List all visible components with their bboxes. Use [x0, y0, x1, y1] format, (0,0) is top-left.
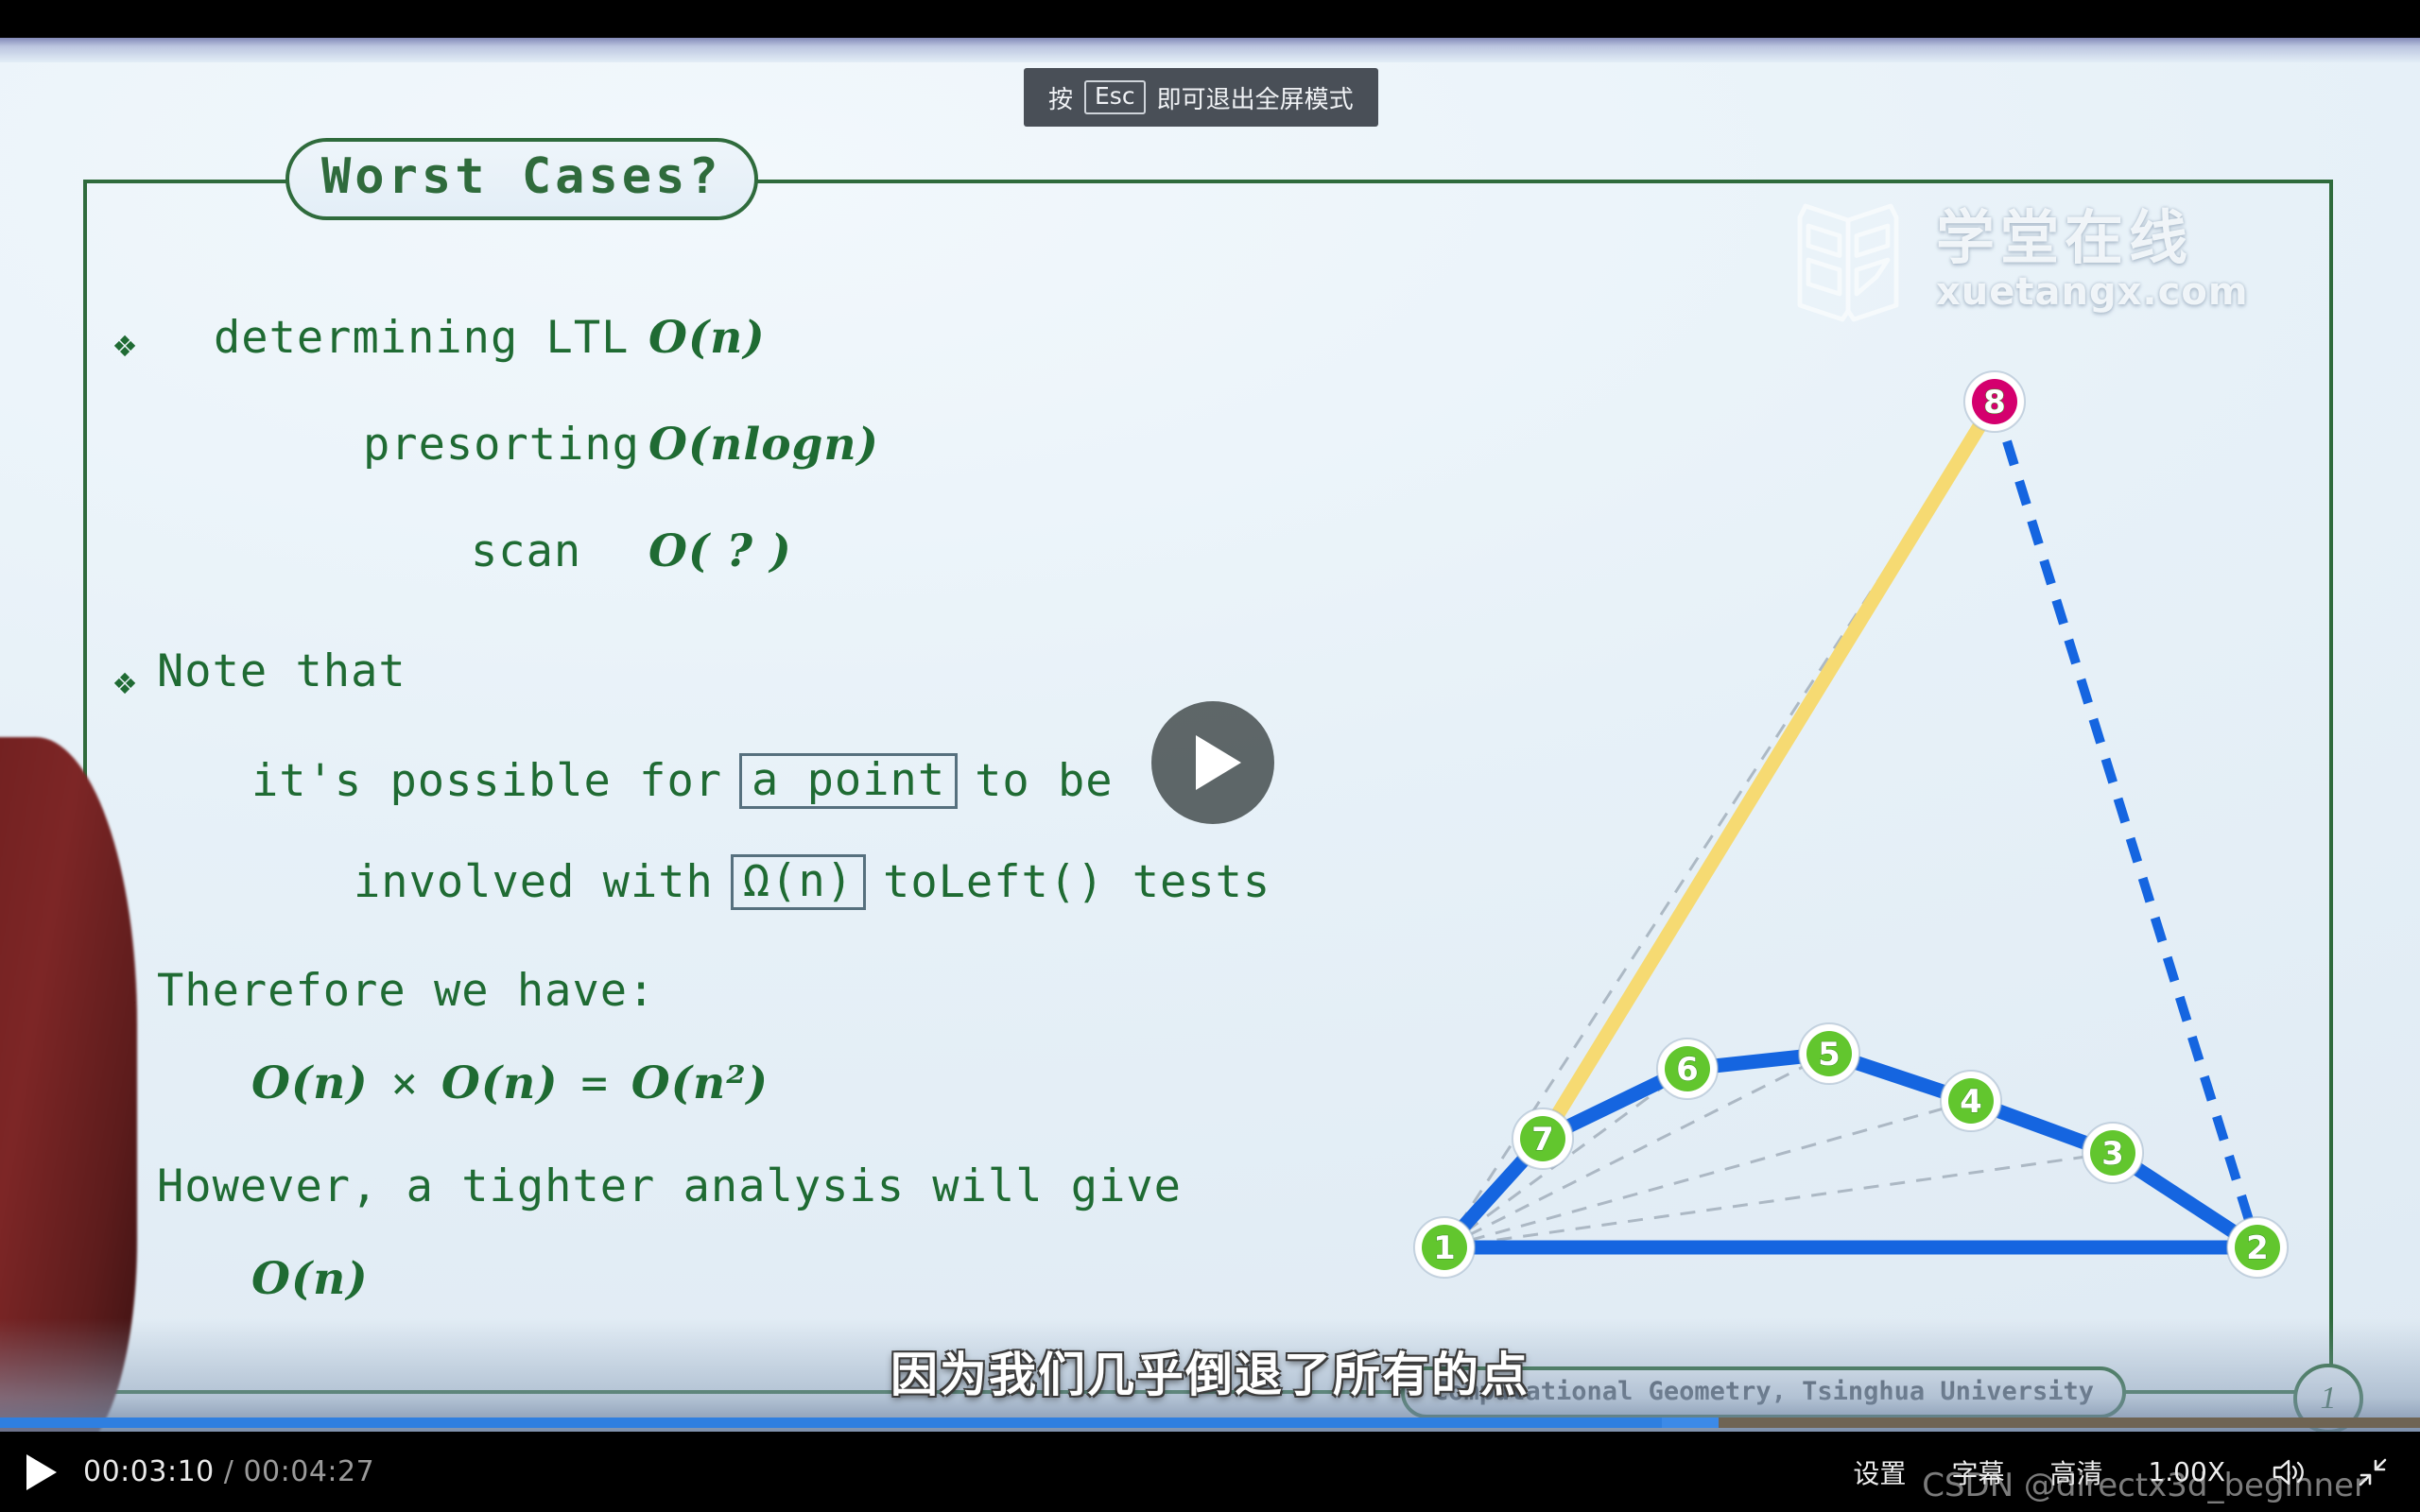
- total-duration: 00:04:27: [243, 1455, 375, 1488]
- however-formula-row: O(n): [113, 1257, 1456, 1301]
- diagram-node-1: 1: [1413, 1216, 1476, 1279]
- progress-played: [0, 1418, 1719, 1428]
- complexity-row-1: presorting O(nlogn): [113, 419, 1456, 471]
- therefore-times-op: ×: [390, 1057, 419, 1109]
- diagram-node-label: 7: [1531, 1121, 1554, 1159]
- note-heading: Note that: [157, 645, 406, 697]
- diagram-node-7: 7: [1512, 1108, 1574, 1170]
- bullet-diamond-icon-2: ❖: [113, 660, 137, 703]
- complexity-row-2: scan O( ? ): [113, 525, 1456, 577]
- diagram-node-6: 6: [1656, 1038, 1719, 1100]
- exit-fullscreen-hint: 按 Esc 即可退出全屏模式: [1024, 68, 1378, 127]
- player-right-controls: 设置 字幕 高清 1.00X: [1853, 1432, 2392, 1512]
- esc-hint-prefix: 按: [1048, 85, 1074, 114]
- play-triangle-icon: [1196, 735, 1241, 790]
- player-control-bar: 00:03:10 / 00:04:27 设置 字幕 高清 1.00X CSDN …: [0, 1418, 2420, 1512]
- progress-bar-track[interactable]: [0, 1418, 2420, 1428]
- therefore-heading: Therefore we have:: [157, 965, 656, 1017]
- note-line2-text-b: toLeft() tests: [883, 856, 1271, 908]
- subtitles-button[interactable]: 字幕: [1951, 1453, 2004, 1491]
- diagram-node-label: 2: [2246, 1229, 2269, 1267]
- complexity-row-0: ❖ determining LTL O(n): [113, 312, 1456, 364]
- diagram-node-3: 3: [2082, 1122, 2144, 1184]
- bullet-diamond-icon: ❖: [113, 322, 137, 366]
- diagram-node-8: 8: [1963, 370, 2026, 433]
- diagram-node-label: 3: [2101, 1135, 2124, 1173]
- diagram-node-label: 4: [1960, 1083, 1982, 1121]
- therefore-term-b: O(n): [441, 1057, 559, 1109]
- note-line1-text-b: to be: [975, 755, 1114, 807]
- complexity-label-1: presorting: [363, 419, 640, 471]
- time-display: 00:03:10 / 00:04:27: [83, 1455, 374, 1488]
- complexity-label-2: scan: [471, 525, 582, 577]
- time-separator: /: [223, 1455, 234, 1488]
- diagram-nodes-group: 8 7 6 5 4 3 2 1: [1413, 370, 2289, 1279]
- esc-hint-suffix: 即可退出全屏模式: [1156, 85, 1354, 114]
- complexity-value-1: O(nlogn): [648, 419, 879, 471]
- therefore-term-a: O(n): [251, 1057, 369, 1109]
- diagram-node-label: 6: [1676, 1051, 1699, 1089]
- complexity-value-2: O( ? ): [648, 525, 792, 577]
- exit-fullscreen-icon[interactable]: [2354, 1454, 2392, 1490]
- however-heading: However, a tighter analysis will give: [157, 1160, 1182, 1212]
- diagram-node-label: 5: [1818, 1036, 1841, 1074]
- note-line1-boxed-term: a point: [739, 753, 959, 809]
- esc-key-badge: Esc: [1084, 79, 1146, 115]
- yellow-edges-group: [1535, 394, 2002, 1146]
- note-line2-boxed-term: Ω(n): [730, 854, 867, 910]
- however-heading-row: ❖ However, a tighter analysis will give: [113, 1164, 1456, 1215]
- diagram-node-label: 1: [1433, 1229, 1456, 1267]
- slide-title: Worst Cases?: [285, 138, 758, 220]
- note-heading-row: ❖ Note that: [113, 649, 1456, 700]
- note-line2-text-a: involved with: [354, 856, 714, 908]
- volume-icon[interactable]: [2271, 1454, 2308, 1490]
- note-line-2: involved with Ω(n) toLeft() tests: [113, 854, 1456, 910]
- diagram-node-4: 4: [1940, 1070, 2002, 1132]
- note-line1-text-a: it's possible for: [251, 755, 723, 807]
- progress-scrubber-handle[interactable]: [1661, 1418, 1719, 1428]
- settings-button[interactable]: 设置: [1853, 1453, 1906, 1491]
- quality-button[interactable]: 高清: [2049, 1453, 2102, 1491]
- therefore-formula-row: O(n) × O(n) = O(n²): [113, 1061, 1456, 1106]
- play-pause-button[interactable]: [26, 1453, 57, 1490]
- convex-hull-diagram: 8 7 6 5 4 3 2 1: [1305, 198, 2307, 1380]
- current-time: 00:03:10: [83, 1455, 215, 1488]
- diagram-node-5: 5: [1798, 1022, 1860, 1085]
- therefore-equals-op: =: [580, 1057, 609, 1109]
- complexity-value-0: O(n): [648, 312, 766, 364]
- therefore-heading-row: ❖ Therefore we have:: [113, 969, 1456, 1020]
- center-play-button[interactable]: [1151, 701, 1274, 824]
- therefore-term-c: O(n²): [631, 1057, 769, 1109]
- player-left-controls: 00:03:10 / 00:04:27: [0, 1432, 374, 1512]
- diagram-node-2: 2: [2226, 1216, 2289, 1279]
- complexity-label-0: determining LTL: [214, 312, 630, 364]
- playback-speed-button[interactable]: 1.00X: [2148, 1456, 2225, 1487]
- video-player-stage: 学堂在线 xuetangx.com Worst Cases? Computati…: [0, 0, 2420, 1512]
- diagram-node-label: 8: [1983, 384, 2006, 421]
- however-formula: O(n): [251, 1253, 369, 1305]
